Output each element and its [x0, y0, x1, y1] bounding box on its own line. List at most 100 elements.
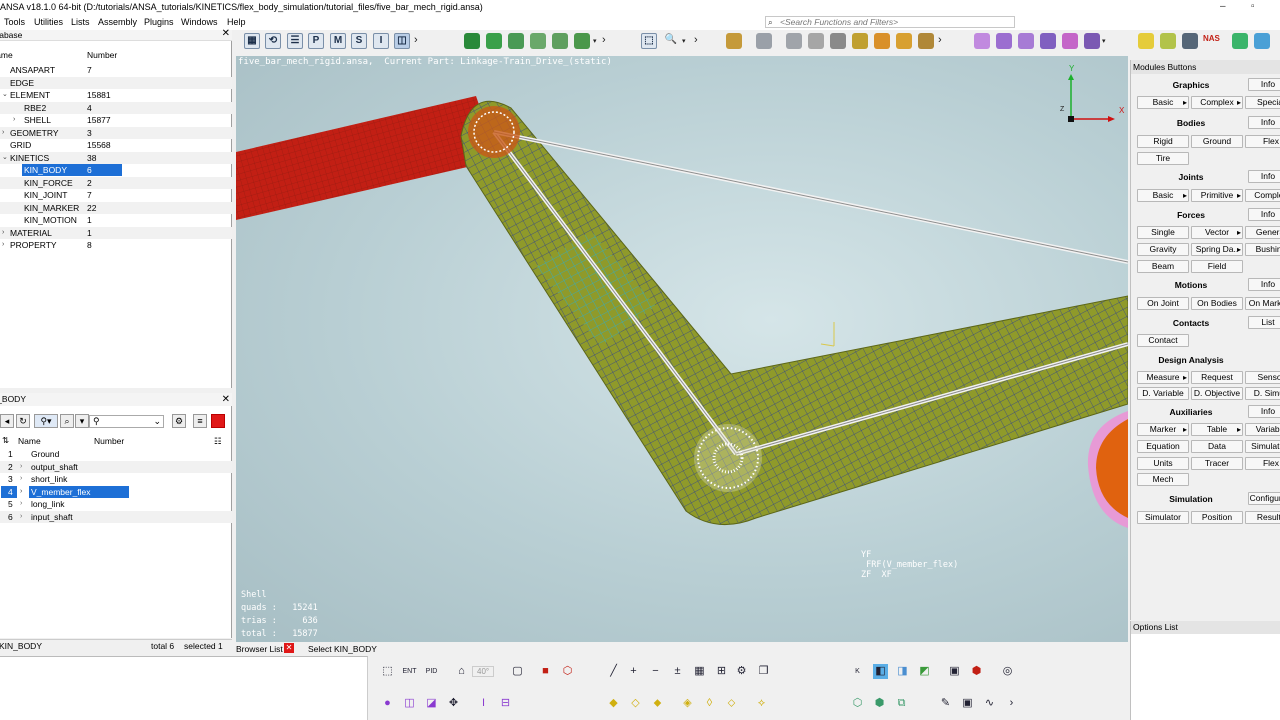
yellow-diamond-icon[interactable]: ◈	[680, 696, 695, 711]
layers-icon[interactable]	[1160, 33, 1176, 49]
output-icon[interactable]	[1254, 33, 1270, 49]
delete-icon[interactable]	[830, 33, 846, 49]
section-info-button[interactable]: Configure	[1248, 492, 1280, 505]
redo-icon[interactable]	[756, 33, 772, 49]
nas-label[interactable]: NAS	[1203, 34, 1220, 43]
module-button-data[interactable]: Data	[1191, 440, 1243, 453]
module-button-d-variable[interactable]: D. Variable	[1137, 387, 1189, 400]
module-button-bushing[interactable]: Bushing	[1245, 243, 1280, 256]
db-row-geometry[interactable]: › GEOMETRY 3	[0, 126, 232, 139]
gear-icon[interactable]: ⚙	[172, 414, 186, 428]
move-icon[interactable]	[852, 33, 868, 49]
chevron-right-icon[interactable]: ›	[602, 34, 606, 46]
col-number-header[interactable]: Number	[94, 436, 124, 446]
menu-assembly[interactable]: Assembly	[98, 17, 137, 27]
lock-icon[interactable]	[874, 33, 890, 49]
db-row-kinetics[interactable]: ⌄ KINETICS 38	[0, 151, 232, 164]
module-button-measure[interactable]: Measure	[1137, 371, 1189, 384]
db-row-kin-joint[interactable]: KIN_JOINT 7	[0, 189, 232, 202]
module-button-tire[interactable]: Tire	[1137, 152, 1189, 165]
assembly-icon[interactable]	[464, 33, 480, 49]
db-row-kin-force[interactable]: KIN_FORCE 2	[0, 176, 232, 189]
slice-icon[interactable]: ⊟	[498, 696, 513, 711]
chevron-right-icon[interactable]: ›	[938, 34, 942, 46]
section-info-button[interactable]: Info	[1248, 278, 1280, 291]
maximize-button[interactable]: ▫	[1251, 1, 1255, 12]
body-row-short-link[interactable]: 3 › short_link	[0, 473, 232, 486]
dropdown-icon[interactable]: ▾	[682, 37, 686, 45]
browser-list-tab[interactable]: Browser List	[236, 644, 283, 654]
menu-utilities[interactable]: Utilities	[34, 17, 63, 27]
search-icon[interactable]: ⌕	[60, 414, 74, 428]
section-info-button[interactable]: Info	[1248, 170, 1280, 183]
module-button-contact[interactable]: Contact	[1137, 334, 1189, 347]
minus-icon[interactable]: −	[648, 664, 663, 679]
body-row-input-shaft[interactable]: 6 › input_shaft	[0, 510, 232, 523]
module-button-results[interactable]: Results	[1245, 511, 1280, 524]
refresh-icon[interactable]: ↻	[16, 414, 30, 428]
cube-outline-icon[interactable]: ◨	[895, 664, 910, 679]
db-row-edge[interactable]: EDGE	[0, 76, 232, 89]
module-button-d-simul[interactable]: D. Simul.	[1245, 387, 1280, 400]
red-cube-icon[interactable]: ■	[538, 664, 553, 679]
angle-input[interactable]: 40°	[472, 666, 495, 677]
erase-icon[interactable]	[1084, 33, 1100, 49]
module-button-sensor[interactable]: Sensor	[1245, 371, 1280, 384]
filter-input[interactable]: ⚲ ⌄	[89, 415, 164, 428]
close-icon[interactable]: ✕	[284, 643, 294, 653]
columns-icon[interactable]: ☷	[214, 436, 222, 447]
solver-icon[interactable]	[1232, 33, 1248, 49]
sort-icon[interactable]: ⇅	[2, 435, 9, 446]
list-options-icon[interactable]: ≡	[193, 414, 207, 428]
mesh-icon[interactable]	[1182, 33, 1198, 49]
col-name-header[interactable]: Name	[0, 50, 13, 60]
pencil-icon[interactable]: ✎	[938, 696, 953, 711]
align-icon[interactable]	[1018, 33, 1034, 49]
module-button-on-joint[interactable]: On Joint	[1137, 297, 1189, 310]
list-icon[interactable]: ☰	[287, 33, 303, 49]
wireframe-icon[interactable]: ▣	[947, 664, 962, 679]
dimension-icon[interactable]	[996, 33, 1012, 49]
module-button-rigid[interactable]: Rigid	[1137, 135, 1189, 148]
module-button-units[interactable]: Units	[1137, 457, 1189, 470]
copy-green-icon[interactable]	[508, 33, 524, 49]
body-row-v-member-flex[interactable]: 4 › V_member_flex	[0, 485, 232, 499]
zoom-icon[interactable]: 🔍	[663, 33, 679, 49]
color-square-icon[interactable]	[211, 414, 225, 428]
cube-green-icon[interactable]: ◩	[917, 664, 932, 679]
module-button-ground[interactable]: Ground	[1191, 135, 1243, 148]
transform-icon[interactable]	[896, 33, 912, 49]
red-shape-icon[interactable]: ⬡	[560, 664, 575, 679]
module-button-primitive[interactable]: Primitive	[1191, 189, 1243, 202]
body-row-ground[interactable]: 1 Ground	[0, 448, 232, 461]
table-icon[interactable]	[808, 33, 824, 49]
yellow-diamond-icon[interactable]: ⟡	[754, 696, 769, 711]
dropdown-icon[interactable]: ▾	[1102, 37, 1106, 45]
module-button-on-bodies[interactable]: On Bodies	[1191, 297, 1243, 310]
section-info-button[interactable]: List	[1248, 316, 1280, 329]
shaded-icon[interactable]: ⬢	[969, 664, 984, 679]
ent-icon[interactable]: ENT	[402, 664, 417, 679]
text-cursor-icon[interactable]: I	[476, 696, 491, 711]
frame-icon[interactable]: ▢	[510, 664, 525, 679]
m-button[interactable]: M	[330, 33, 346, 49]
chevron-right-icon[interactable]: ›	[414, 34, 418, 46]
render-icon[interactable]: ◎	[1000, 664, 1015, 679]
module-button-gravity[interactable]: Gravity	[1137, 243, 1189, 256]
dropdown-icon[interactable]: ▾	[75, 414, 89, 428]
flip-icon[interactable]	[1040, 33, 1056, 49]
yellow-diamond-icon[interactable]: ⬦	[724, 696, 739, 711]
db-row-element[interactable]: ⌄ ELEMENT 15881	[0, 89, 232, 102]
module-button-equation[interactable]: Equation	[1137, 440, 1189, 453]
zoom-area-icon[interactable]: ⬚	[641, 33, 657, 49]
s-button[interactable]: S	[351, 33, 367, 49]
plus-minus-icon[interactable]: ±	[670, 664, 685, 679]
module-button-flex[interactable]: Flex	[1245, 457, 1280, 470]
module-button-simulation[interactable]: Simulation	[1245, 440, 1280, 453]
module-button-flex[interactable]: Flex	[1245, 135, 1280, 148]
section-info-button[interactable]: Info	[1248, 78, 1280, 91]
minimize-button[interactable]: –	[1220, 1, 1226, 12]
window-split-icon[interactable]: ◫	[394, 33, 410, 49]
module-button-on-markers[interactable]: On Markers	[1245, 297, 1280, 310]
select-box-icon[interactable]: ⬚	[380, 664, 395, 679]
